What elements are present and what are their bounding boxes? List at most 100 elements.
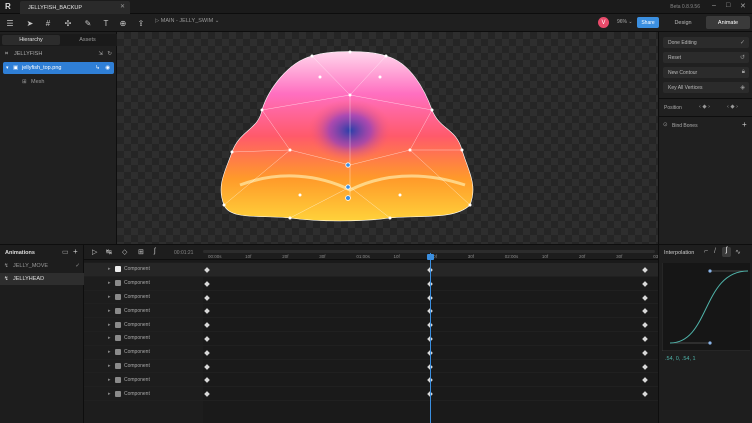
- tree-item-selected[interactable]: ▾ ▣ jellyfish_top.png ↳ ◉: [3, 62, 114, 74]
- tab-hierarchy[interactable]: Hierarchy: [2, 35, 60, 45]
- selected-vertex[interactable]: [345, 162, 351, 168]
- track-row[interactable]: ▸ Component: [84, 263, 658, 277]
- menu-icon[interactable]: ☰: [4, 17, 16, 29]
- keyframe[interactable]: [642, 267, 648, 273]
- chevron-right-icon[interactable]: ▸: [108, 280, 111, 286]
- new-contour-button[interactable]: New Contour 🔒︎: [663, 67, 749, 78]
- play-icon[interactable]: ▷: [92, 248, 97, 256]
- playhead[interactable]: [430, 253, 431, 423]
- keyframe[interactable]: [642, 336, 648, 342]
- keyframe[interactable]: [204, 267, 210, 273]
- track-row[interactable]: ▸ Component: [84, 373, 658, 388]
- track-row[interactable]: ▸ Component: [84, 387, 658, 401]
- keyframe[interactable]: [642, 322, 648, 329]
- zoom-select[interactable]: 96% ⌄: [617, 19, 633, 25]
- keyframe[interactable]: [642, 280, 648, 287]
- chevron-right-icon[interactable]: ▸: [108, 377, 111, 383]
- bone-tool-icon[interactable]: ✣: [62, 17, 74, 29]
- chevron-right-icon[interactable]: ▸: [108, 363, 111, 369]
- keyframe[interactable]: [204, 322, 210, 329]
- keyframe[interactable]: [204, 308, 210, 315]
- key-all-vertices-button[interactable]: Key All Vertices ◈: [663, 82, 749, 93]
- linear-icon[interactable]: /: [714, 248, 716, 255]
- track-row[interactable]: ▸ Component: [84, 360, 658, 374]
- jellyfish-artwork[interactable]: [117, 32, 658, 244]
- track-row[interactable]: ▸ Component: [84, 277, 658, 291]
- tab-animate[interactable]: Animate: [706, 16, 750, 29]
- custom-curve-icon[interactable]: ∿: [735, 248, 741, 256]
- animation-item-selected[interactable]: ↯ JELLYHEAD: [0, 273, 84, 285]
- keyframe[interactable]: [642, 363, 648, 370]
- track-row[interactable]: ▸ Component: [84, 291, 658, 305]
- tree-item-root[interactable]: ⌗ JELLYFISH ⇲ ↻: [0, 48, 117, 60]
- keyframe[interactable]: [642, 294, 648, 301]
- keyframe[interactable]: [642, 349, 648, 356]
- close-window-icon[interactable]: ✕: [740, 2, 746, 10]
- folder-icon[interactable]: ▭: [62, 248, 69, 256]
- curve-icon[interactable]: ʃ: [154, 248, 156, 255]
- reset-button[interactable]: Reset ↺: [663, 52, 749, 63]
- selected-vertex[interactable]: [345, 184, 351, 190]
- app-logo[interactable]: R: [5, 2, 11, 11]
- timeline[interactable]: ▷ ↹ ◇ ⊞ ʃ 00:01:21 00:00s 10f 20f 30f 01:00s…: [84, 244, 658, 423]
- chevron-right-icon[interactable]: ▸: [108, 349, 111, 355]
- loop-icon[interactable]: ↹: [106, 248, 112, 256]
- ruler-tick: 10f: [245, 254, 252, 259]
- close-tab-icon[interactable]: ✕: [120, 3, 125, 10]
- ease-icon[interactable]: ⊞: [138, 248, 144, 256]
- track-row[interactable]: ▸ Component: [84, 332, 658, 346]
- keyframe[interactable]: [204, 280, 210, 287]
- avatar[interactable]: V: [598, 17, 609, 28]
- chevron-right-icon[interactable]: ▸: [108, 335, 111, 341]
- keyframe[interactable]: [642, 391, 648, 398]
- keyframe[interactable]: [204, 391, 210, 398]
- keyframe-icon[interactable]: ◇: [122, 248, 127, 256]
- tab-design[interactable]: Design: [662, 16, 704, 29]
- text-tool-icon[interactable]: T: [100, 17, 112, 29]
- add-icon[interactable]: ⊕: [117, 17, 129, 29]
- export-icon[interactable]: ⇪: [135, 17, 147, 29]
- canvas[interactable]: [117, 32, 658, 244]
- refresh-icon[interactable]: ↻: [107, 51, 112, 57]
- track-row[interactable]: ▸ Component: [84, 304, 658, 319]
- pen-tool-icon[interactable]: ✎: [82, 17, 94, 29]
- selected-vertex[interactable]: [345, 195, 351, 201]
- keyframe[interactable]: [204, 377, 210, 384]
- keyframe[interactable]: [204, 336, 210, 342]
- chevron-right-icon[interactable]: ▸: [108, 266, 111, 272]
- link-icon[interactable]: ↳: [95, 65, 100, 71]
- tree-item-mesh[interactable]: ⊞ Mesh: [0, 76, 117, 88]
- position-y-field[interactable]: ‹ ◆ ›: [727, 104, 738, 110]
- chevron-right-icon[interactable]: ▸: [108, 294, 111, 300]
- keyframe[interactable]: [642, 377, 648, 384]
- hold-icon[interactable]: ⌐: [704, 248, 708, 255]
- add-bone-icon[interactable]: +: [742, 120, 747, 129]
- playhead-handle[interactable]: [427, 254, 434, 260]
- breadcrumb[interactable]: ▷ MAIN - JELLY_SWIM ⌄: [155, 18, 219, 24]
- track-row[interactable]: ▸ Component: [84, 318, 658, 332]
- visibility-icon[interactable]: ◉: [105, 65, 110, 71]
- cubic-icon[interactable]: ʃ: [722, 247, 731, 257]
- maximize-icon[interactable]: □: [726, 2, 730, 9]
- keyframe[interactable]: [204, 294, 210, 301]
- minimize-icon[interactable]: –: [712, 2, 716, 9]
- position-x-field[interactable]: ‹ ◆ ›: [699, 104, 710, 110]
- keyframe[interactable]: [642, 308, 648, 315]
- interpolation-curve-graph[interactable]: [662, 263, 750, 351]
- done-editing-button[interactable]: Done Editing ✓: [663, 37, 749, 48]
- chevron-down-icon[interactable]: ▾: [6, 65, 13, 71]
- keyframe[interactable]: [204, 363, 210, 370]
- keyframe[interactable]: [204, 349, 210, 356]
- frame-tool-icon[interactable]: #: [42, 17, 54, 29]
- add-animation-icon[interactable]: +: [73, 247, 78, 256]
- select-tool-icon[interactable]: ➤: [24, 17, 36, 29]
- track-row[interactable]: ▸ Component: [84, 346, 658, 360]
- document-tab[interactable]: JELLYFISH_BACKUP ✕: [20, 1, 130, 14]
- share-button[interactable]: Share: [637, 17, 659, 28]
- chevron-right-icon[interactable]: ▸: [108, 308, 111, 314]
- pin-icon[interactable]: ⇲: [98, 51, 103, 57]
- tab-assets[interactable]: Assets: [60, 35, 115, 45]
- animation-item[interactable]: ↯ JELLY_MOVE ✓: [0, 260, 84, 272]
- chevron-right-icon[interactable]: ▸: [108, 322, 111, 328]
- chevron-right-icon[interactable]: ▸: [108, 391, 111, 397]
